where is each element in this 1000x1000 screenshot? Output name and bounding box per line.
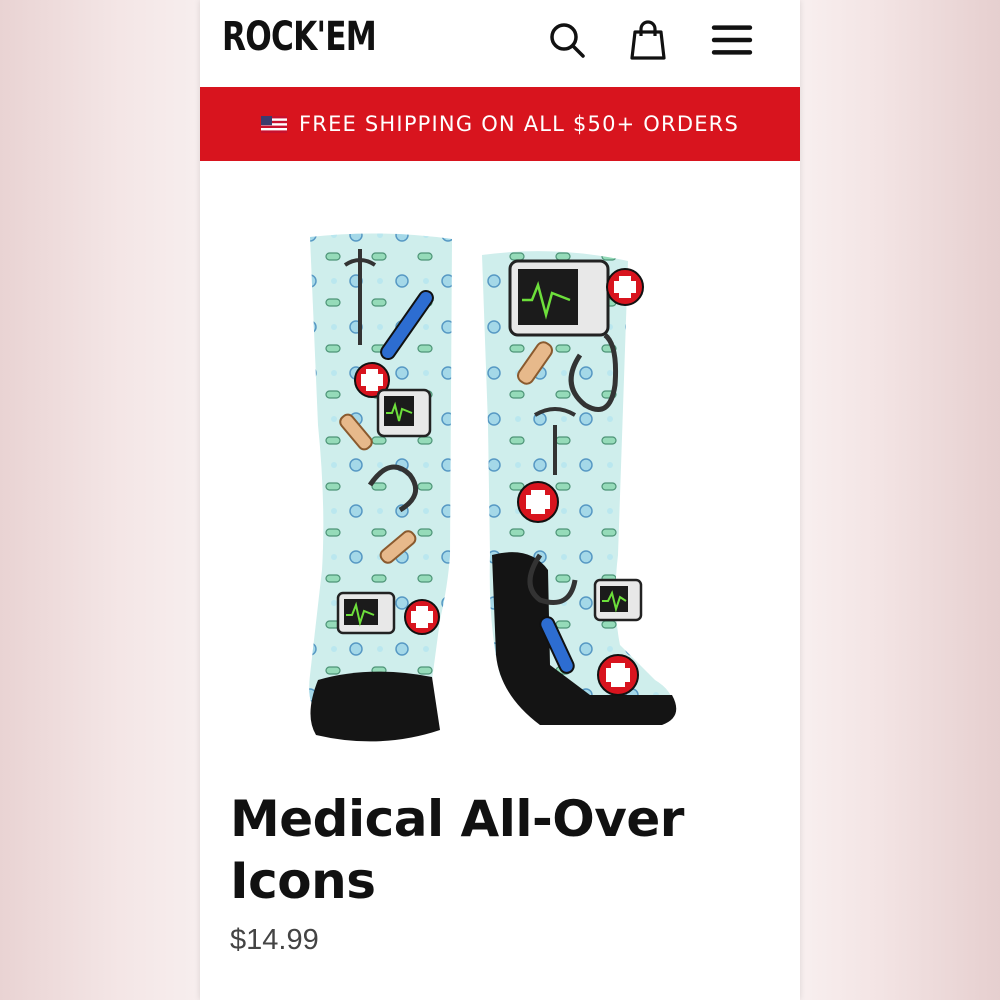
search-icon[interactable]: [545, 18, 589, 62]
background-left: [0, 0, 200, 1000]
shopping-bag-icon[interactable]: [626, 18, 670, 62]
product-image[interactable]: [300, 225, 730, 750]
background-right: [800, 0, 1000, 1000]
site-header: ROCK'EM: [200, 0, 800, 87]
hamburger-menu-icon[interactable]: [710, 18, 754, 62]
phone-screen: ROCK'EM FREE SHIPPING ON ALL $50+ ORDERS…: [200, 0, 800, 1000]
brand-logo[interactable]: ROCK'EM: [222, 14, 377, 60]
us-flag-icon: [261, 115, 288, 133]
left-sock: [309, 233, 452, 742]
shipping-banner[interactable]: FREE SHIPPING ON ALL $50+ ORDERS: [200, 87, 800, 161]
product-title: Medical All-Over Icons: [230, 790, 684, 910]
right-sock: [482, 251, 677, 725]
shipping-banner-text: FREE SHIPPING ON ALL $50+ ORDERS: [299, 112, 739, 136]
product-price: $14.99: [230, 924, 319, 956]
